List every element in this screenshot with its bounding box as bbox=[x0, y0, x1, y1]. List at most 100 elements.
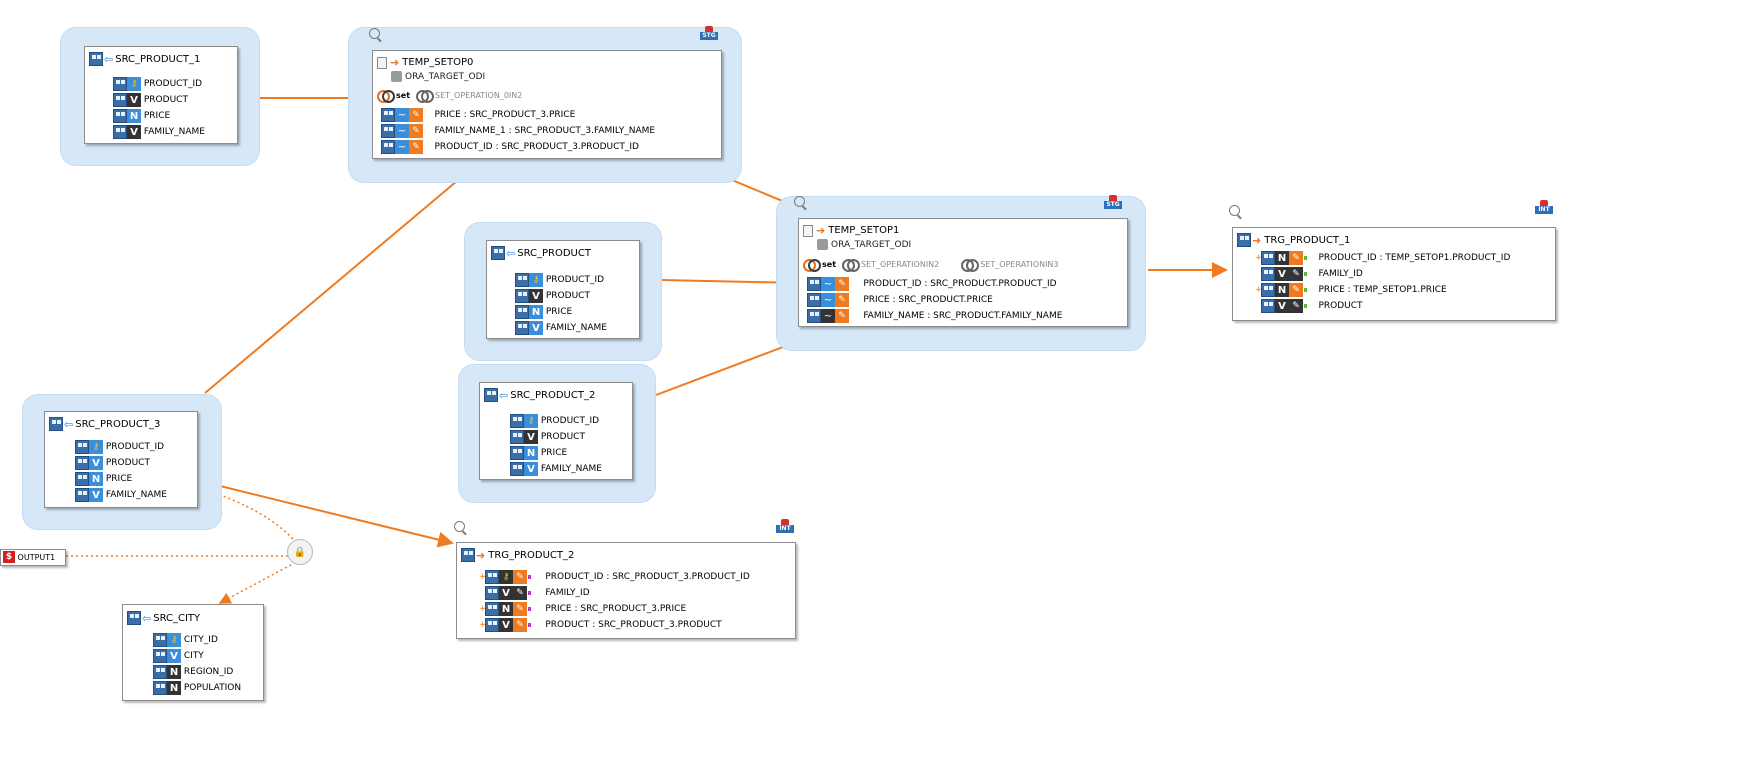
attribute-row[interactable]: ~ ✎ PRICE : SRC_PRODUCT.PRICE bbox=[807, 292, 1062, 308]
table-icon bbox=[89, 52, 103, 66]
wrench-icon: ✎ bbox=[1289, 251, 1303, 265]
connector-dotted-to-src-city bbox=[218, 559, 301, 604]
column-icon bbox=[113, 93, 127, 107]
magnifier-icon[interactable] bbox=[1229, 205, 1240, 216]
varchar-type-icon: V bbox=[1275, 267, 1289, 281]
node-title: OUTPUT1 bbox=[17, 552, 56, 562]
set-label: set bbox=[822, 260, 837, 269]
attribute-row[interactable]: V FAMILY_NAME bbox=[113, 124, 205, 140]
expression-icon: ~ bbox=[395, 108, 409, 122]
column-icon bbox=[1261, 267, 1275, 281]
attribute-row[interactable]: ⚷ CITY_ID bbox=[153, 632, 241, 648]
attribute-row[interactable]: V PRODUCT bbox=[510, 429, 602, 445]
attribute-row[interactable]: ~ ✎ FAMILY_NAME : SRC_PRODUCT.FAMILY_NAME bbox=[807, 308, 1062, 324]
column-icon bbox=[75, 472, 89, 486]
node-title: TEMP_SETOP0 bbox=[402, 57, 474, 68]
column-icon bbox=[807, 277, 821, 291]
attribute-row[interactable]: N PRICE bbox=[510, 445, 602, 461]
attribute-row[interactable]: ⚷ PRODUCT_ID bbox=[515, 272, 607, 288]
attribute-row[interactable]: V ✎ PRODUCT bbox=[1255, 298, 1510, 314]
attribute-row[interactable]: ⚷ PRODUCT_ID bbox=[510, 413, 602, 429]
staging-badge-icon: STG bbox=[1104, 195, 1122, 209]
integration-badge-icon: INT bbox=[1535, 200, 1553, 214]
set-operation-input[interactable]: SET_OPERATION_0IN2 bbox=[416, 90, 522, 103]
varchar-type-icon: V bbox=[499, 618, 513, 632]
magnifier-icon[interactable] bbox=[454, 521, 465, 532]
attribute-row[interactable]: + N ✎ PRICE : TEMP_SETOP1.PRICE bbox=[1255, 282, 1510, 298]
varchar-type-icon: V bbox=[89, 456, 103, 470]
temporary-datastore-icon bbox=[377, 56, 387, 69]
number-type-icon: N bbox=[127, 109, 141, 123]
datastore-trg-product-2[interactable]: ➜ TRG_PRODUCT_2 + ⚷ ✎ PRODUCT_ID : SRC_PRO… bbox=[456, 542, 796, 639]
datastore-temp-setop1[interactable]: ➜ TEMP_SETOP1 ORA_TARGET_ODI set SET_OPE… bbox=[798, 218, 1128, 327]
key-icon: ⚷ bbox=[529, 273, 543, 287]
datastore-trg-product-1[interactable]: ➜ TRG_PRODUCT_1 + N ✎ PRODUCT_ID : TEMP_SE… bbox=[1232, 227, 1556, 321]
target-arrow-icon: ➜ bbox=[1252, 233, 1262, 247]
attribute-row[interactable]: + ⚷ ✎ PRODUCT_ID : SRC_PRODUCT_3.PRODUCT_I… bbox=[479, 569, 750, 585]
table-icon bbox=[1237, 233, 1251, 247]
attribute-row[interactable]: ⚷ PRODUCT_ID bbox=[113, 76, 205, 92]
attribute-row[interactable]: + V ✎ PRODUCT : SRC_PRODUCT_3.PRODUCT bbox=[479, 617, 750, 633]
column-icon bbox=[153, 665, 167, 679]
datastore-src-product[interactable]: ⇦ SRC_PRODUCT ⚷ PRODUCT_ID V PRODUCT N P… bbox=[486, 240, 640, 339]
column-icon bbox=[510, 446, 524, 460]
variable-output1[interactable]: $ OUTPUT1 bbox=[0, 549, 66, 566]
attribute-row[interactable]: V PRODUCT bbox=[75, 455, 167, 471]
node-title: TRG_PRODUCT_2 bbox=[488, 549, 575, 561]
flag-icon bbox=[1304, 272, 1307, 276]
column-icon bbox=[515, 273, 529, 287]
datastore-src-product-3[interactable]: ⇦ SRC_PRODUCT_3 ⚷ PRODUCT_ID V PRODUCT N… bbox=[44, 411, 198, 508]
column-icon bbox=[1261, 251, 1275, 265]
connector-src-product-3-to-trg-product-2 bbox=[219, 485, 454, 548]
attribute-row[interactable]: V FAMILY_NAME bbox=[515, 320, 607, 336]
column-icon bbox=[485, 602, 499, 616]
attribute-row[interactable]: V FAMILY_NAME bbox=[75, 487, 167, 503]
datastore-temp-setop0[interactable]: ➜ TEMP_SETOP0 ORA_TARGET_ODI set SET_OPE… bbox=[372, 50, 722, 159]
attribute-row[interactable]: V ✎ FAMILY_ID bbox=[479, 585, 750, 601]
wrench-icon: ✎ bbox=[409, 108, 423, 122]
attribute-row[interactable]: N PRICE bbox=[113, 108, 205, 124]
attribute-row[interactable]: + N ✎ PRODUCT_ID : TEMP_SETOP1.PRODUCT_ID bbox=[1255, 250, 1510, 266]
attribute-row[interactable]: ~ ✎ PRODUCT_ID : SRC_PRODUCT.PRODUCT_ID bbox=[807, 276, 1062, 292]
integration-badge-icon: INT bbox=[776, 519, 794, 533]
source-arrow-icon: ⇦ bbox=[142, 611, 152, 625]
wrench-icon: ✎ bbox=[1289, 299, 1303, 313]
magnifier-icon[interactable] bbox=[794, 196, 805, 207]
temporary-datastore-icon bbox=[803, 224, 813, 237]
attribute-row[interactable]: ⚷ PRODUCT_ID bbox=[75, 439, 167, 455]
node-title: SRC_CITY bbox=[153, 612, 201, 624]
column-icon bbox=[485, 586, 499, 600]
column-icon bbox=[1261, 299, 1275, 313]
attribute-row[interactable]: N POPULATION bbox=[153, 680, 241, 696]
magnifier-icon[interactable] bbox=[369, 28, 380, 39]
attribute-row[interactable]: V PRODUCT bbox=[515, 288, 607, 304]
varchar-type-icon: V bbox=[499, 586, 513, 600]
set-operation-input[interactable]: SET_OPERATIONIN3 bbox=[961, 259, 1059, 272]
column-icon bbox=[153, 633, 167, 647]
column-icon bbox=[153, 649, 167, 663]
attribute-row[interactable]: N PRICE bbox=[75, 471, 167, 487]
column-icon bbox=[75, 456, 89, 470]
set-icon bbox=[803, 259, 821, 272]
expression-icon: ~ bbox=[395, 140, 409, 154]
attribute-row[interactable]: ~ ✎ PRICE : SRC_PRODUCT_3.PRICE bbox=[381, 107, 655, 123]
attribute-row[interactable]: V CITY bbox=[153, 648, 241, 664]
attribute-row[interactable]: N PRICE bbox=[515, 304, 607, 320]
attribute-row[interactable]: ~ ✎ FAMILY_NAME_1 : SRC_PRODUCT_3.FAMILY_… bbox=[381, 123, 655, 139]
datastore-src-product-1[interactable]: ⇦ SRC_PRODUCT_1 ⚷ PRODUCT_ID V PRODUCT N… bbox=[84, 46, 238, 144]
column-icon bbox=[153, 681, 167, 695]
attribute-row[interactable]: N REGION_ID bbox=[153, 664, 241, 680]
attribute-row[interactable]: V FAMILY_NAME bbox=[510, 461, 602, 477]
key-icon: ⚷ bbox=[524, 414, 538, 428]
attribute-row[interactable]: V ✎ FAMILY_ID bbox=[1255, 266, 1510, 282]
datastore-src-product-2[interactable]: ⇦ SRC_PRODUCT_2 ⚷ PRODUCT_ID V PRODUCT N… bbox=[479, 382, 633, 480]
attribute-row[interactable]: V PRODUCT bbox=[113, 92, 205, 108]
wrench-icon: ✎ bbox=[513, 602, 527, 616]
source-arrow-icon: ⇦ bbox=[64, 417, 74, 431]
lookup-icon[interactable]: 🔒 bbox=[287, 539, 313, 565]
datastore-src-city[interactable]: ⇦ SRC_CITY ⚷ CITY_ID V CITY N REGION_ID … bbox=[122, 604, 264, 701]
flag-icon bbox=[528, 591, 531, 595]
set-operation-input[interactable]: SET_OPERATIONIN2 bbox=[842, 259, 939, 272]
attribute-row[interactable]: + N ✎ PRICE : SRC_PRODUCT_3.PRICE bbox=[479, 601, 750, 617]
attribute-row[interactable]: ~ ✎ PRODUCT_ID : SRC_PRODUCT_3.PRODUCT_ID bbox=[381, 139, 655, 155]
